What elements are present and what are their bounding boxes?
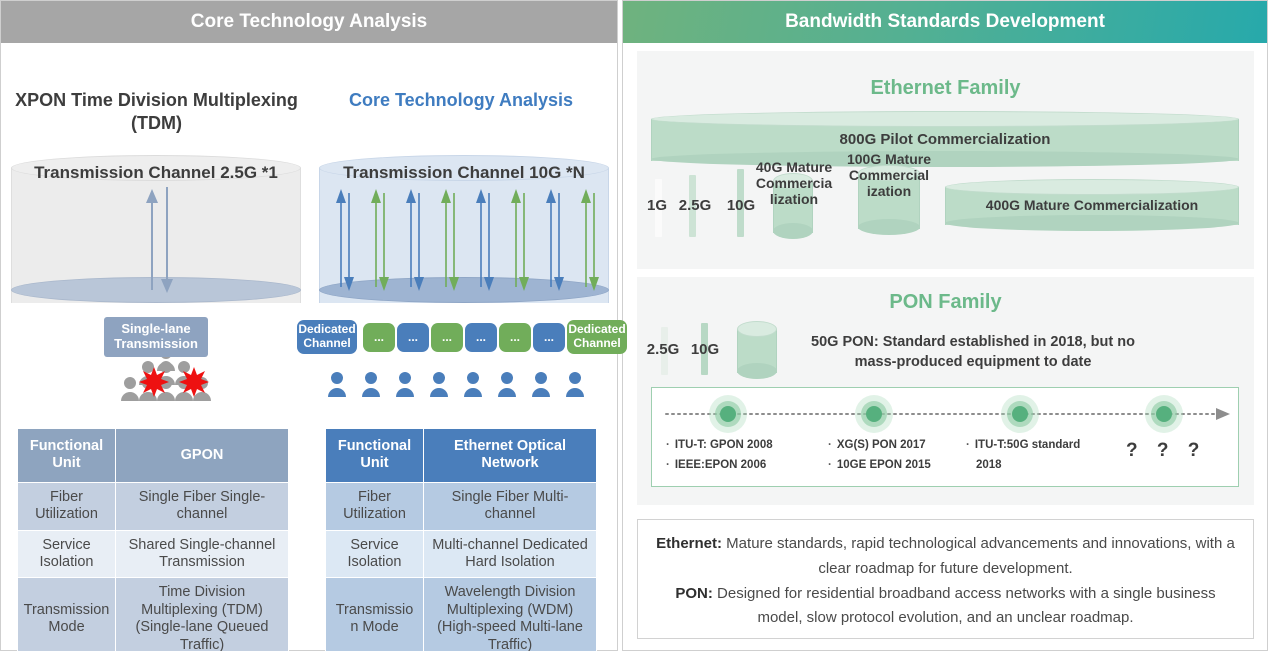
gpon-r1c1: Shared Single-channel Transmission (115, 529, 289, 579)
right-panel-title: Bandwidth Standards Development (785, 11, 1105, 32)
left-panel: Core Technology Analysis XPON Time Divis… (0, 0, 627, 651)
summary-ethernet-text: Mature standards, rapid technological ad… (722, 535, 1235, 577)
eon-r1c0: Service Isolation (325, 529, 424, 579)
cylinder-50g-pon (737, 321, 777, 379)
left-panel-body: XPON Time Division Multiplexing (TDM) Co… (1, 43, 627, 651)
ethernet-family-title: Ethernet Family (870, 77, 1021, 99)
table-row: Service Isolation Multi-channel Dedicate… (325, 529, 597, 579)
channel-box-1[interactable]: ... (363, 323, 395, 352)
pon-family-section: PON Family 2.5G 10G 50G PON: Standard es… (637, 277, 1254, 505)
eon-th-1: Ethernet Optical Network (423, 428, 597, 483)
channel-box-6[interactable]: ... (533, 323, 565, 352)
eon-r2c0: Transmissio n Mode (325, 577, 424, 651)
summary-ethernet-label: Ethernet: (656, 535, 723, 552)
label-40g-mature: 40G Mature Commercia lization (755, 159, 833, 208)
pilot-800g-label: 800G Pilot Commercialization (839, 131, 1051, 148)
cyl-base (737, 363, 777, 379)
timeline-note-3-line-2: 2018 (976, 458, 1002, 471)
bullet-icon: · (666, 439, 670, 451)
single-lane-transmission-pill: Single-lane Transmission (104, 317, 208, 357)
label-400g-mature: 400G Mature Commercialization (985, 197, 1199, 213)
cyl-base (858, 219, 920, 235)
timeline-question-marks: ? ? ? (1126, 440, 1207, 461)
pon-50g-note: 50G PON: Standard established in 2018, b… (811, 334, 1135, 370)
gpon-th-1: GPON (115, 428, 289, 483)
timeline-note-1-line-1: ITU-T: GPON 2008 (674, 439, 773, 451)
xpon-column-title: XPON Time Division Multiplexing (TDM) (15, 90, 298, 133)
eon-r2c1: Wavelength Division Multiplexing (WDM)(H… (423, 577, 597, 651)
cyl-base (651, 151, 1239, 167)
cylinder-label: Transmission Channel 10G *N (343, 163, 585, 182)
pon-speed-label-10g: 10G (690, 341, 720, 358)
right-panel: Bandwidth Standards Development Ethernet… (622, 0, 1268, 651)
summary-pon-label: PON: (675, 584, 713, 602)
transmission-channel-2-5g-cylinder: Transmission Channel 2.5G *1 (11, 155, 301, 320)
table-row: Transmission Mode Time Division Multiple… (17, 577, 289, 651)
left-panel-title: Core Technology Analysis (190, 11, 428, 32)
gpon-r0c1: Single Fiber Single-channel (115, 481, 289, 531)
left-panel-header: Core Technology Analysis (1, 1, 617, 43)
ethernet-family-section: Ethernet Family 800G Pilot Commercializa… (637, 51, 1254, 269)
bullet-icon: · (828, 458, 832, 471)
timeline-note-1-line-2: IEEE:EPON 2006 (674, 458, 767, 471)
pon-timeline: · ITU-T: GPON 2008 · IEEE:EPON 2006 · XG(S)… (651, 387, 1239, 487)
gpon-table: Functional Unit GPON Fiber Utilization S… (17, 428, 289, 651)
cylinder-400g: 400G Mature Commercialization (945, 179, 1239, 233)
bullet-icon: · (666, 458, 670, 471)
pon-family-title: PON Family (889, 291, 1002, 313)
timeline-note-3: · ITU-T:50G standard 2018 (966, 436, 1146, 475)
ethernet-optical-network-table: Functional Unit Ethernet Optical Network… (325, 428, 597, 651)
gpon-r0c0: Fiber Utilization (17, 481, 116, 531)
cylinder-label: Transmission Channel 2.5G *1 (34, 163, 278, 182)
channel-box-3[interactable]: ... (431, 323, 463, 352)
channel-box-5[interactable]: ... (499, 323, 531, 352)
cyl-top (651, 111, 1239, 127)
timeline-note-2-line-2: 10GE EPON 2015 (836, 458, 931, 471)
right-panel-header: Bandwidth Standards Development (623, 1, 1267, 43)
timeline-note-1: · ITU-T: GPON 2008 · IEEE:EPON 2006 (666, 436, 836, 475)
cyl-base (773, 223, 813, 239)
core-tech-column-title: Core Technology Analysis (348, 90, 574, 110)
gpon-r2c0: Transmission Mode (17, 577, 116, 651)
cyl-top (945, 179, 1239, 195)
pon-speed-label-2-5g: 2.5G (646, 341, 680, 358)
cyl-base (945, 215, 1239, 231)
eon-r1c1: Multi-channel Dedicated Hard Isolation (423, 529, 597, 579)
eon-th-0: Functional Unit (325, 428, 424, 483)
channel-box-2[interactable]: ... (397, 323, 429, 352)
cyl-top (737, 321, 777, 337)
speed-label-1g: 1G (646, 197, 667, 214)
speed-label-2-5g: 2.5G (678, 197, 712, 214)
pilot-800g-cylinder: 800G Pilot Commercialization (651, 111, 1239, 167)
dedicated-users-icon (328, 372, 584, 397)
timeline-axis-icon (665, 395, 1230, 433)
table-row: Fiber Utilization Single Fiber Single-ch… (17, 481, 289, 531)
eon-r0c0: Fiber Utilization (325, 481, 424, 531)
table-row: Fiber Utilization Single Fiber Multi-cha… (325, 481, 597, 531)
label-100g-mature: 100G Mature Commercial ization (846, 151, 932, 200)
bullet-icon: · (966, 439, 970, 451)
summary-pon-text: Designed for residential broadband acces… (712, 584, 1216, 627)
bullet-icon: · (828, 439, 832, 451)
eon-r0c1: Single Fiber Multi-channel (423, 481, 597, 531)
timeline-note-3-line-1: ITU-T:50G standard (974, 439, 1081, 451)
gpon-r2c1: Time Division Multiplexing (TDM)(Single-… (115, 577, 289, 651)
table-row: Service Isolation Shared Single-channel … (17, 529, 289, 579)
channel-box-4[interactable]: ... (465, 323, 497, 352)
dedicated-channel-left-box[interactable]: Dedicated Channel (297, 320, 357, 354)
slide-canvas: Core Technology Analysis XPON Time Divis… (0, 0, 1268, 651)
timeline-note-2-line-1: XG(S) PON 2017 (836, 439, 926, 451)
gpon-r1c0: Service Isolation (17, 529, 116, 579)
transmission-channel-10g-cylinder: Transmission Channel 10G *N (319, 155, 609, 320)
table-row: Transmissio n Mode Wavelength Division M… (325, 577, 597, 651)
summary-box: Ethernet: Mature standards, rapid techno… (637, 519, 1254, 639)
dedicated-channel-right-box[interactable]: Dedicated Channel (567, 320, 627, 354)
gpon-th-0: Functional Unit (17, 428, 116, 483)
